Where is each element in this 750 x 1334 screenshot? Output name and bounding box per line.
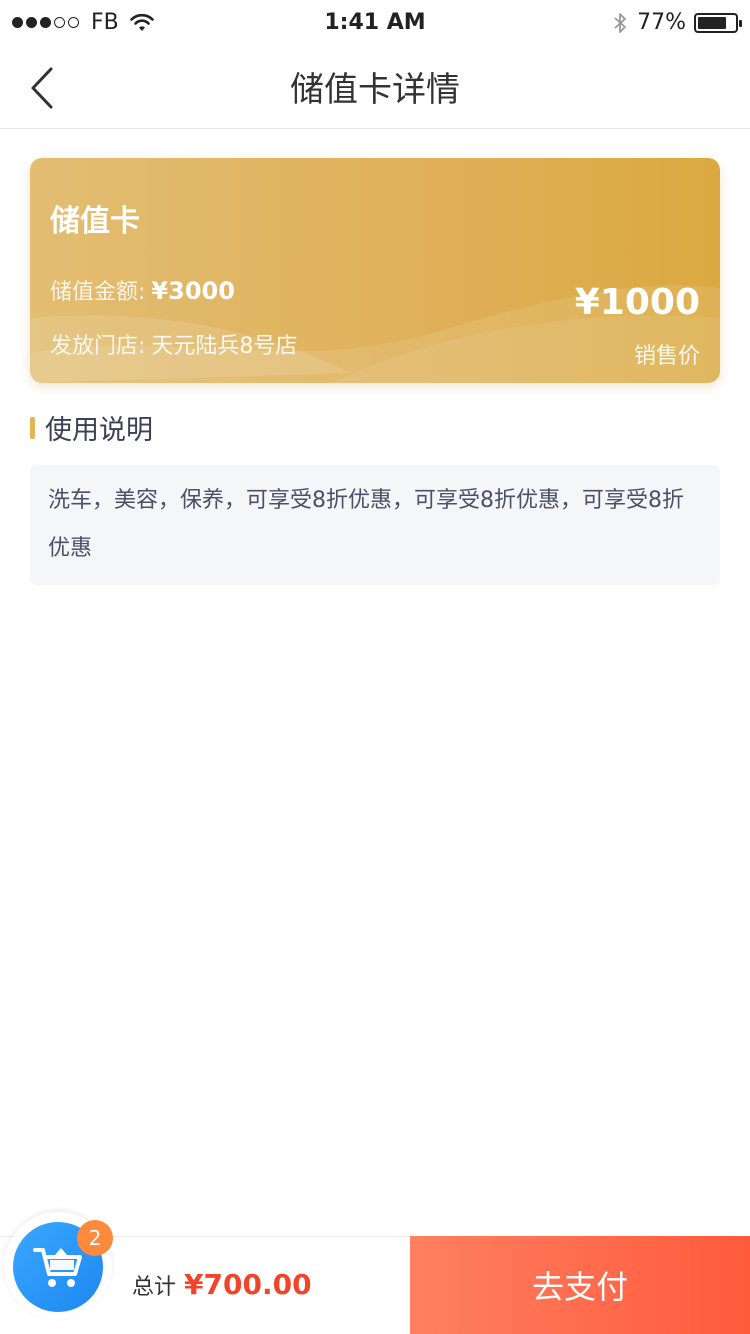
card-store-label: 发放门店: (50, 334, 146, 359)
total-section: 总计 ¥700.00 (132, 1268, 312, 1301)
card-sale-price: ¥1000 (574, 282, 700, 323)
usage-description-box: 洗车，美容，保养，可享受8折优惠，可享受8折优惠，可享受8折优惠 (30, 465, 720, 585)
total-label: 总计 (132, 1275, 177, 1300)
page: FB 1:41 AM 77% 储值卡详情 储值卡 储值金额: ¥3000 发放门… (0, 0, 750, 1334)
usage-section-header: 使用说明 (30, 408, 153, 447)
card-sale-price-label: 销售价 (633, 344, 700, 369)
status-bar: FB 1:41 AM 77% (0, 0, 750, 48)
card-store-row: 发放门店: 天元陆兵8号店 (50, 328, 297, 360)
nav-bar: 储值卡详情 (0, 48, 750, 129)
stored-value-card: 储值卡 储值金额: ¥3000 发放门店: 天元陆兵8号店 ¥1000 销售价 (30, 158, 720, 383)
status-right: 77% (611, 10, 742, 35)
pay-button[interactable]: 去支付 (410, 1236, 750, 1334)
card-amount-label: 储值金额: (50, 280, 146, 305)
card-amount-row: 储值金额: ¥3000 (50, 274, 235, 306)
usage-section-title: 使用说明 (45, 415, 153, 446)
usage-description-text: 洗车，美容，保养，可享受8折优惠，可享受8折优惠，可享受8折优惠 (48, 488, 684, 561)
bluetooth-icon (614, 12, 626, 33)
battery-icon (694, 12, 742, 33)
section-accent-bar (30, 416, 35, 439)
card-title: 储值卡 (50, 204, 140, 239)
total-amount: ¥700.00 (184, 1268, 312, 1301)
shopping-cart-icon (33, 1248, 82, 1287)
cart-count-badge: 2 (77, 1220, 113, 1256)
card-amount-value: ¥3000 (151, 277, 235, 305)
page-title: 储值卡详情 (290, 70, 460, 110)
battery-fill (698, 16, 726, 29)
card-store-value: 天元陆兵8号店 (151, 334, 298, 359)
battery-percent: 77% (637, 10, 686, 35)
